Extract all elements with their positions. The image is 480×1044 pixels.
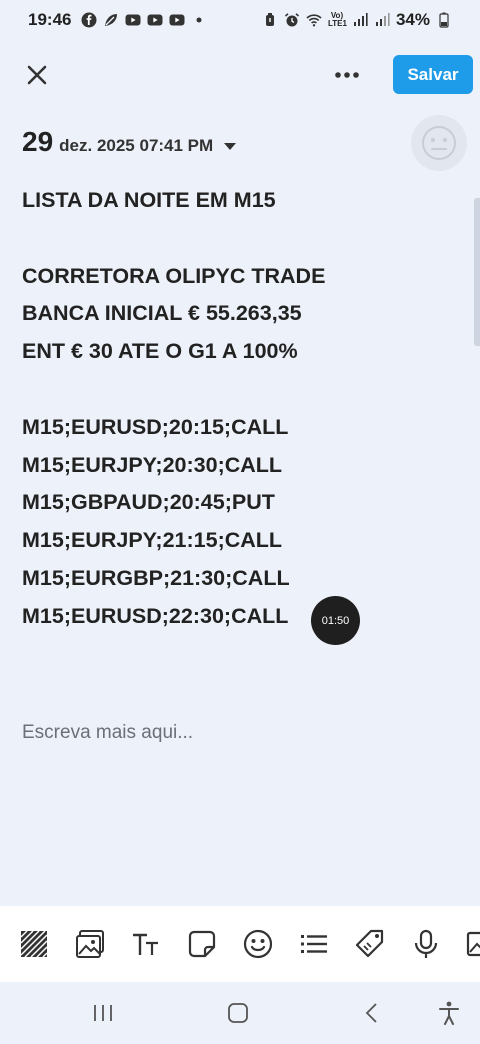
more-options-button[interactable] — [332, 60, 362, 90]
status-bar-right: Vo) LTE1 34% — [262, 10, 452, 30]
chevron-down-icon — [224, 143, 237, 150]
battery-icon — [436, 12, 452, 28]
microphone-button[interactable] — [410, 928, 442, 960]
note-line: M15;EURUSD;22:30;CALL — [22, 603, 289, 628]
signal-icon — [352, 12, 368, 28]
more-dots-icon — [335, 72, 359, 78]
mood-button[interactable] — [411, 115, 467, 171]
note-line: ENT € 30 ATE O G1 A 100% — [22, 339, 298, 364]
youtube-icon — [169, 12, 185, 28]
note-line: M15;EURGBP;21:30;CALL — [22, 565, 290, 590]
image-icon — [76, 930, 104, 958]
sticker-button[interactable] — [186, 928, 218, 960]
note-line: BANCA INICIAL € 55.263,35 — [22, 301, 302, 326]
alarm-icon — [262, 12, 278, 28]
pattern-icon — [20, 930, 48, 958]
tag-button[interactable] — [354, 928, 386, 960]
date-day: 29 — [22, 126, 54, 157]
note-line: M15;EURJPY;20:30;CALL — [22, 452, 283, 477]
back-button[interactable] — [360, 1000, 386, 1026]
recent-apps-button[interactable] — [90, 1000, 116, 1026]
note-line: CORRETORA OLIPYC TRADE — [22, 263, 326, 288]
note-line — [22, 220, 462, 258]
note-line: LISTA DA NOITE EM M15 — [22, 188, 276, 212]
gallery-button[interactable] — [464, 928, 480, 960]
status-bar-left: 19:46 — [28, 10, 207, 30]
battery-percent: 34% — [395, 10, 430, 29]
back-icon — [365, 1003, 377, 1023]
network-label: Vo) LTE1 — [327, 11, 347, 28]
pattern-button[interactable] — [18, 928, 50, 960]
note-line: M15;EURJPY;21:15;CALL — [22, 528, 283, 553]
text-format-icon — [133, 933, 158, 955]
system-nav-bar — [0, 982, 480, 1044]
accessibility-button[interactable] — [436, 1000, 462, 1026]
wifi-icon — [306, 12, 322, 28]
status-bar: 19:46 Vo) LTE1 34% — [0, 0, 480, 40]
emoji-icon — [243, 929, 273, 959]
scroll-indicator[interactable] — [474, 198, 480, 346]
emoji-button[interactable] — [242, 928, 274, 960]
accessibility-icon — [439, 1001, 459, 1025]
gallery-icon — [466, 931, 480, 957]
date-time: dez. 2025 07:41 PM — [59, 136, 214, 155]
note-line — [22, 371, 462, 409]
microphone-icon — [414, 929, 438, 958]
recent-apps-icon — [94, 1005, 112, 1021]
note-toolbar: Salvar — [0, 52, 480, 98]
image-button[interactable] — [74, 928, 106, 960]
editor-toolbar — [0, 906, 480, 982]
list-button[interactable] — [298, 928, 330, 960]
alarm-clock-icon — [284, 12, 300, 28]
write-more-placeholder[interactable]: Escreva mais aqui... — [22, 722, 193, 744]
status-time: 19:46 — [28, 10, 72, 29]
note-line: M15;EURUSD;20:15;CALL — [22, 414, 289, 439]
note-line: M15;GBPAUD;20:45;PUT — [22, 490, 275, 515]
facebook-icon — [81, 12, 97, 28]
text-format-button[interactable] — [130, 928, 162, 960]
timer-badge[interactable]: 01:50 — [311, 596, 360, 645]
save-button[interactable]: Salvar — [393, 55, 473, 94]
neutral-face-icon — [422, 126, 456, 160]
close-icon — [27, 65, 47, 85]
close-button[interactable] — [22, 60, 52, 90]
list-icon — [301, 935, 327, 953]
leaf-icon — [103, 12, 119, 28]
youtube-icon — [147, 12, 163, 28]
tag-icon — [355, 929, 384, 958]
date-selector[interactable]: 29 dez. 2025 07:41 PM — [22, 126, 237, 158]
sticker-icon — [188, 930, 216, 958]
signal-icon — [374, 12, 390, 28]
home-button[interactable] — [225, 1000, 251, 1026]
note-body[interactable]: LISTA DA NOITE EM M15 CORRETORA OLIPYC T… — [22, 182, 462, 636]
home-icon — [228, 1003, 248, 1023]
youtube-icon — [125, 12, 141, 28]
dot-icon — [191, 12, 207, 28]
